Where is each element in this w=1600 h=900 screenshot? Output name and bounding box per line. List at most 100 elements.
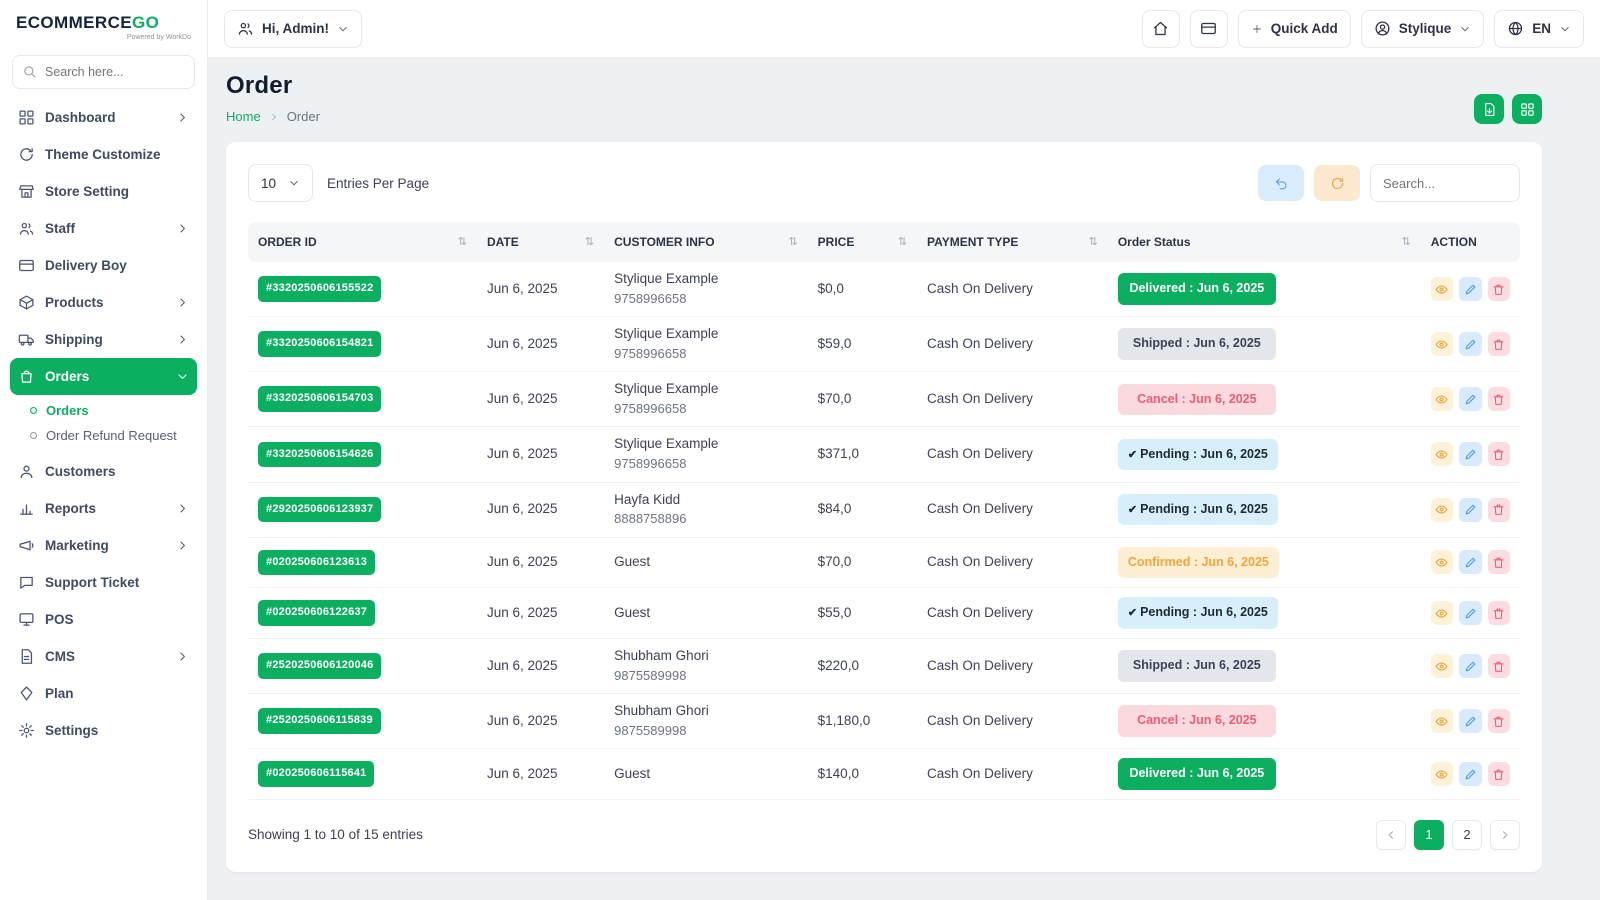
next-page-button[interactable]: [1490, 820, 1520, 850]
edit-button[interactable]: [1459, 332, 1481, 356]
edit-button[interactable]: [1459, 550, 1481, 574]
check-icon: ✔: [1128, 449, 1137, 461]
order-id-badge[interactable]: #3320250606154703: [258, 386, 381, 412]
order-id-badge[interactable]: #2520250606120046: [258, 653, 381, 679]
delete-button[interactable]: [1488, 762, 1510, 786]
sort-icon[interactable]: ⇅: [1402, 235, 1411, 248]
order-id-badge[interactable]: #2520250606115839: [258, 708, 381, 734]
order-id-badge[interactable]: #3320250606155522: [258, 276, 381, 302]
delete-button[interactable]: [1488, 601, 1510, 625]
store-menu-button[interactable]: Stylique: [1361, 10, 1485, 48]
delete-button[interactable]: [1488, 442, 1510, 466]
column-header-price[interactable]: PRICE⇅: [808, 222, 917, 262]
grid-view-button[interactable]: [1512, 94, 1542, 124]
prev-page-button[interactable]: [1376, 820, 1406, 850]
sidebar-item-settings[interactable]: Settings: [10, 712, 197, 749]
view-button[interactable]: [1431, 654, 1453, 678]
edit-button[interactable]: [1459, 709, 1481, 733]
delete-button[interactable]: [1488, 550, 1510, 574]
sort-icon[interactable]: ⇅: [585, 235, 594, 248]
page-button-2[interactable]: 2: [1452, 820, 1482, 850]
column-header-customer-info[interactable]: CUSTOMER INFO⇅: [604, 222, 808, 262]
sidebar-item-theme-customize[interactable]: Theme Customize: [10, 136, 197, 173]
view-button[interactable]: [1431, 601, 1453, 625]
sidebar-search: [12, 55, 195, 89]
column-header-action[interactable]: ACTION: [1421, 222, 1520, 262]
sidebar-item-cms[interactable]: CMS: [10, 638, 197, 675]
sidebar-item-store-setting[interactable]: Store Setting: [10, 173, 197, 210]
column-header-payment-type[interactable]: PAYMENT TYPE⇅: [917, 222, 1108, 262]
entries-per-page-select[interactable]: 10: [248, 164, 313, 202]
delete-button[interactable]: [1488, 387, 1510, 411]
view-button[interactable]: [1431, 709, 1453, 733]
delete-button[interactable]: [1488, 709, 1510, 733]
edit-button[interactable]: [1459, 601, 1481, 625]
delete-button[interactable]: [1488, 654, 1510, 678]
page-button-1[interactable]: 1: [1414, 820, 1444, 850]
view-button[interactable]: [1431, 498, 1453, 522]
sidebar-item-orders[interactable]: Orders: [10, 358, 197, 395]
payment-type: Cash On Delivery: [917, 537, 1108, 588]
delete-button[interactable]: [1488, 332, 1510, 356]
edit-button[interactable]: [1459, 277, 1481, 301]
pos-button[interactable]: [1190, 10, 1228, 48]
column-header-date[interactable]: DATE⇅: [477, 222, 604, 262]
sidebar-item-products[interactable]: Products: [10, 284, 197, 321]
order-id-badge[interactable]: #020250606115641: [258, 761, 374, 787]
view-button[interactable]: [1431, 550, 1453, 574]
home-button[interactable]: [1142, 10, 1180, 48]
export-button[interactable]: [1474, 94, 1504, 124]
sidebar-subitem-orders[interactable]: Orders: [14, 398, 197, 423]
brand-logo[interactable]: ECOMMERCEGO Powered by WorkDo: [0, 0, 207, 47]
view-button[interactable]: [1431, 277, 1453, 301]
order-id-badge[interactable]: #3320250606154821: [258, 331, 381, 357]
sort-icon[interactable]: ⇅: [458, 235, 467, 248]
chevron-right-icon: [176, 111, 189, 124]
edit-button[interactable]: [1459, 654, 1481, 678]
refresh-button[interactable]: [1314, 165, 1360, 201]
quick-add-button[interactable]: Quick Add: [1238, 10, 1351, 48]
edit-button[interactable]: [1459, 498, 1481, 522]
admin-menu-button[interactable]: Hi, Admin!: [224, 10, 362, 48]
sidebar-item-pos[interactable]: POS: [10, 601, 197, 638]
breadcrumb-home-link[interactable]: Home: [226, 109, 261, 124]
sidebar-subitem-order-refund-request[interactable]: Order Refund Request: [14, 423, 197, 448]
customer-info: Stylique Example9758996658: [604, 427, 808, 482]
edit-button[interactable]: [1459, 442, 1481, 466]
sidebar-item-dashboard[interactable]: Dashboard: [10, 99, 197, 136]
table-search-input[interactable]: [1370, 164, 1520, 202]
sidebar-item-customers[interactable]: Customers: [10, 453, 197, 490]
edit-button[interactable]: [1459, 387, 1481, 411]
sidebar-item-marketing[interactable]: Marketing: [10, 527, 197, 564]
trash-icon: [1492, 768, 1505, 781]
sidebar-item-support-ticket[interactable]: Support Ticket: [10, 564, 197, 601]
sort-icon[interactable]: ⇅: [1089, 235, 1098, 248]
reset-button[interactable]: [1258, 165, 1304, 201]
column-header-order-id[interactable]: ORDER ID⇅: [248, 222, 477, 262]
search-input[interactable]: [12, 55, 195, 89]
view-button[interactable]: [1431, 332, 1453, 356]
order-id-badge[interactable]: #020250606122637: [258, 600, 375, 626]
sort-icon[interactable]: ⇅: [898, 235, 907, 248]
delete-button[interactable]: [1488, 498, 1510, 522]
edit-button[interactable]: [1459, 762, 1481, 786]
language-menu-button[interactable]: EN: [1494, 10, 1584, 48]
column-header-order-status[interactable]: Order Status⇅: [1108, 222, 1421, 262]
sidebar-item-staff[interactable]: Staff: [10, 210, 197, 247]
order-price: $140,0: [808, 749, 917, 800]
order-id-badge[interactable]: #020250606123613: [258, 550, 375, 576]
customer-info: Stylique Example9758996658: [604, 372, 808, 427]
sidebar-item-delivery-boy[interactable]: Delivery Boy: [10, 247, 197, 284]
view-button[interactable]: [1431, 762, 1453, 786]
delete-button[interactable]: [1488, 277, 1510, 301]
view-button[interactable]: [1431, 442, 1453, 466]
sidebar-item-plan[interactable]: Plan: [10, 675, 197, 712]
sidebar-item-shipping[interactable]: Shipping: [10, 321, 197, 358]
pencil-icon: [1464, 768, 1477, 781]
sort-icon[interactable]: ⇅: [788, 235, 797, 248]
sidebar-item-reports[interactable]: Reports: [10, 490, 197, 527]
view-button[interactable]: [1431, 387, 1453, 411]
card-icon: [18, 257, 35, 274]
order-id-badge[interactable]: #3320250606154626: [258, 442, 381, 468]
order-id-badge[interactable]: #2920250606123937: [258, 497, 381, 523]
